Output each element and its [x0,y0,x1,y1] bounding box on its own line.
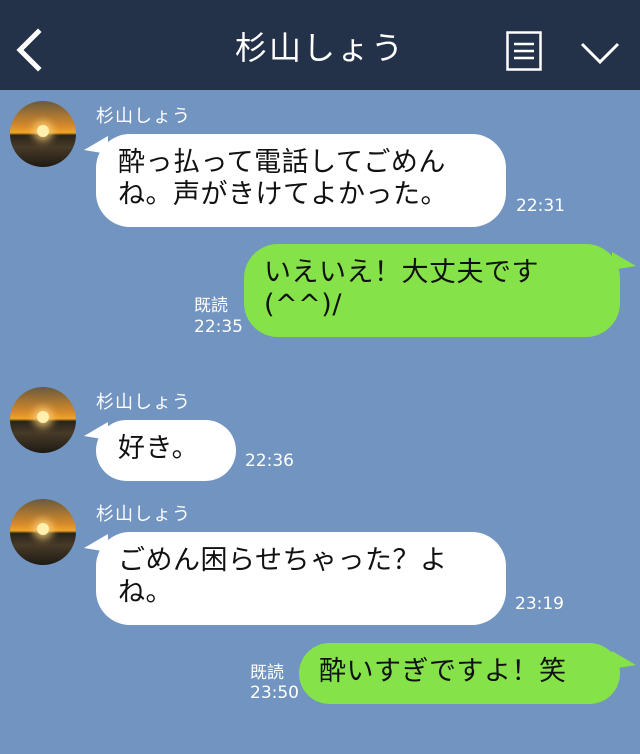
message-bubble[interactable]: 好き。 [96,420,236,481]
chat-area[interactable]: 杉山しょう 酔っ払って電話してごめんね。声がきけてよかった。 22:31 既読 … [0,90,640,754]
sender-name: 杉山しょう [96,504,191,525]
collapse-button[interactable] [576,36,624,68]
message-time: 23:50 [250,683,299,703]
message-bubble[interactable]: いえいえ！大丈夫です(^^)/ [244,244,620,337]
bubble-tail [612,651,636,669]
sender-name: 杉山しょう [96,106,191,127]
avatar[interactable] [10,101,76,167]
read-receipt: 既読 [250,663,284,683]
bubble-tail [612,252,636,270]
avatar[interactable] [10,499,76,565]
list-icon [506,31,542,71]
message-time: 22:31 [516,196,565,216]
sender-name: 杉山しょう [96,392,191,413]
message-bubble[interactable]: 酔いすぎですよ！笑 [299,643,620,704]
chat-header: 杉山しょう [0,0,640,90]
avatar[interactable] [10,387,76,453]
message-bubble[interactable]: 酔っ払って電話してごめんね。声がきけてよかった。 [96,134,506,227]
message-time: 22:35 [194,317,243,337]
message-bubble[interactable]: ごめん困らせちゃった？よね。 [96,532,506,625]
menu-button[interactable] [506,31,542,71]
read-receipt: 既読 [194,296,228,316]
chevron-down-icon [580,42,620,65]
chat-title: 杉山しょう [234,29,405,67]
message-time: 23:19 [515,594,564,614]
message-time: 22:36 [245,451,294,471]
